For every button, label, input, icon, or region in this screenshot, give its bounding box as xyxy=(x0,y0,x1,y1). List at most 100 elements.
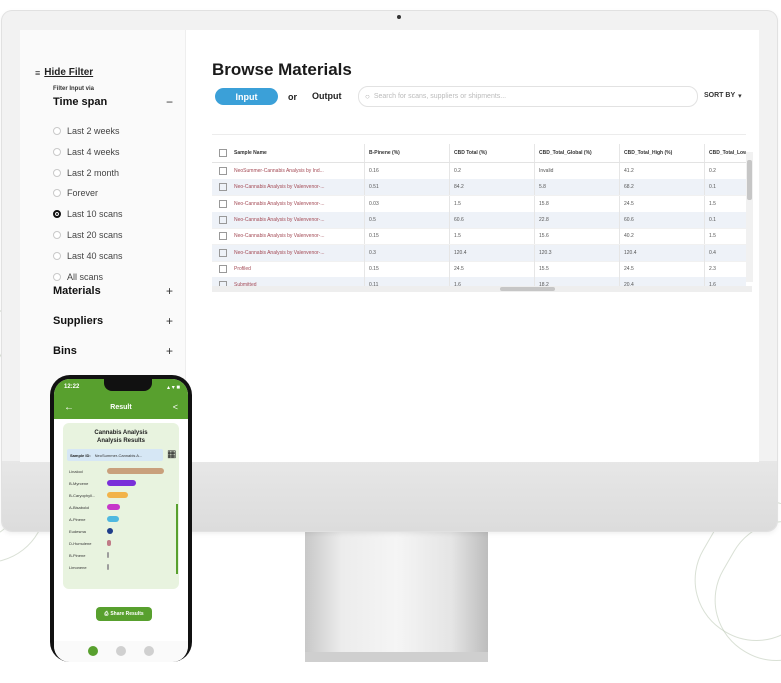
terpene-label: Eudesma xyxy=(69,528,86,534)
radio-button[interactable] xyxy=(53,251,61,260)
horizontal-scroll-thumb[interactable] xyxy=(500,287,555,291)
expand-icon[interactable]: + xyxy=(166,344,173,358)
row-checkbox[interactable] xyxy=(219,167,227,175)
table-cell: 0.2 xyxy=(449,163,534,179)
terpene-label: A-Pinene xyxy=(69,516,86,522)
time-span-option[interactable]: Last 40 scans xyxy=(53,251,123,261)
row-checkbox[interactable] xyxy=(219,149,227,157)
terpene-bar xyxy=(107,492,128,498)
table-cell: 2.3 xyxy=(704,260,746,277)
table-cell: 15.6 xyxy=(534,228,619,245)
expand-icon[interactable]: + xyxy=(166,284,173,298)
bins-section[interactable]: Bins + xyxy=(53,344,173,358)
materials-section[interactable]: Materials + xyxy=(53,284,173,298)
table-cell: 120.4 xyxy=(619,244,704,261)
vertical-scroll-thumb[interactable] xyxy=(747,160,752,200)
terpene-row: B-Caryophyll... xyxy=(69,491,128,499)
collapse-icon[interactable]: − xyxy=(166,95,173,109)
terpene-bar xyxy=(107,528,113,534)
share-icon[interactable]: < xyxy=(173,402,178,412)
sample-name-cell: Neo-Cannabis Analysis by Valenvenor-... xyxy=(234,216,325,223)
nav-profile-icon[interactable] xyxy=(144,646,154,656)
signal-icon: ▴ ▾ ■ xyxy=(167,385,180,391)
table-cell: 15.5 xyxy=(534,260,619,277)
terpene-label: B-Myrcene xyxy=(69,480,89,486)
terpene-label: Limonene xyxy=(69,564,87,570)
table-cell: 24.5 xyxy=(619,195,704,212)
materials-title: Materials xyxy=(53,285,101,297)
monitor-stand xyxy=(305,531,488,656)
radio-button[interactable] xyxy=(53,272,61,281)
time-span-option[interactable]: All scans xyxy=(53,272,103,282)
filter-lines-icon: ≡ xyxy=(35,67,41,78)
table-cell: 60.6 xyxy=(619,211,704,228)
table-row[interactable]: Neo-Cannabis Analysis by Valenvenor-... 0… xyxy=(212,228,746,246)
time-span-option[interactable]: Last 10 scans xyxy=(53,209,123,219)
table-cell: CBD_Total_High (%) xyxy=(619,144,704,162)
time-span-option[interactable]: Last 4 weeks xyxy=(53,147,120,157)
qr-code-icon[interactable]: ▦ xyxy=(167,450,176,460)
filter-sub-label: Filter Input via xyxy=(53,86,95,92)
share-results-icon: ⎙ xyxy=(104,611,109,617)
radio-button[interactable] xyxy=(53,210,61,219)
radio-button[interactable] xyxy=(53,168,61,177)
time-span-option[interactable]: Last 2 weeks xyxy=(53,126,120,136)
output-toggle-button[interactable]: Output xyxy=(312,91,342,101)
terpene-bar xyxy=(107,540,112,546)
sample-name-cell: Neo-Cannabis Analysis by Valenvenor-... xyxy=(234,249,325,256)
card-title-line-2: Analysis Results xyxy=(96,438,146,444)
sort-by-dropdown[interactable]: SORT BY ▾ xyxy=(704,92,742,100)
table-row[interactable]: Neo-Cannabis Analysis by Valenvenor-... 0… xyxy=(212,244,746,262)
table-cell: 5.8 xyxy=(534,179,619,196)
sample-id-value: NeoSummer-Cannabis A... xyxy=(94,452,143,458)
table-cell: 1.5 xyxy=(449,228,534,245)
nav-scan-icon[interactable] xyxy=(116,646,126,656)
sample-name-cell: Neo-Cannabis Analysis by Valenvenor-... xyxy=(234,233,325,240)
row-checkbox[interactable] xyxy=(219,264,227,273)
input-toggle-button[interactable]: Input xyxy=(215,88,278,105)
row-checkbox[interactable] xyxy=(219,215,227,224)
time-span-option[interactable]: Forever xyxy=(53,188,98,198)
table-cell: 0.51 xyxy=(364,179,449,196)
table-row[interactable]: Neo-Cannabis Analysis by Valenvenor-... 0… xyxy=(212,211,746,229)
terpene-label: B-Pinene xyxy=(69,552,86,558)
sample-id-label: Sample ID: xyxy=(70,452,91,458)
table-row[interactable]: NeoSummer-Cannabis Analysis by Ind... 0.1… xyxy=(212,163,746,180)
radio-button[interactable] xyxy=(53,189,61,198)
horizontal-scrollbar[interactable] xyxy=(212,286,752,292)
time-span-option[interactable]: Last 2 month xyxy=(53,168,119,178)
table-cell: 0.5 xyxy=(364,211,449,228)
radio-button[interactable] xyxy=(53,127,61,135)
table-cell: 60.6 xyxy=(449,211,534,228)
table-cell: 22.8 xyxy=(534,211,619,228)
time-span-option[interactable]: Last 20 scans xyxy=(53,230,123,240)
share-results-button[interactable]: ⎙ Share Results xyxy=(96,607,152,621)
terpene-label: B-Caryophyll... xyxy=(69,492,96,498)
row-checkbox[interactable] xyxy=(219,183,227,192)
table-row[interactable]: Neo-Cannabis Analysis by Valenvenor-... 0… xyxy=(212,195,746,213)
hide-filter-button[interactable]: ≡ Hide Filter xyxy=(35,67,93,78)
row-checkbox[interactable] xyxy=(219,199,227,208)
sample-id-field: Sample ID: NeoSummer-Cannabis A... xyxy=(67,449,163,461)
expand-icon[interactable]: + xyxy=(166,314,173,328)
table-cell: 0.3 xyxy=(364,244,449,261)
terpene-bar xyxy=(107,552,109,558)
nav-home-icon[interactable] xyxy=(88,646,98,656)
camera-dot xyxy=(397,15,401,19)
terpene-row: A-Bisabolol xyxy=(69,503,121,511)
row-checkbox[interactable] xyxy=(219,232,227,241)
time-span-header[interactable]: Time span − xyxy=(53,95,173,109)
suppliers-section[interactable]: Suppliers + xyxy=(53,314,173,328)
table-row[interactable]: Profiled 0.15 24.5 15.5 24.5 2.3 xyxy=(212,260,746,278)
radio-button[interactable] xyxy=(53,147,61,156)
search-input[interactable]: ○ Search for scans, suppliers or shipmen… xyxy=(358,86,698,107)
table-cell: CBD_Total_Low xyxy=(704,144,746,162)
share-results-label: Share Results xyxy=(110,611,144,617)
table-cell: 0.16 xyxy=(364,163,449,179)
row-checkbox[interactable] xyxy=(219,248,227,257)
terpene-label: Linalool xyxy=(69,468,83,474)
radio-button[interactable] xyxy=(53,231,61,239)
table-row[interactable]: Neo-Cannabis Analysis by Valenvenor-... 0… xyxy=(212,179,746,197)
time-span-option-label: Last 2 weeks xyxy=(67,126,120,136)
time-span-option-label: Last 40 scans xyxy=(67,250,123,261)
